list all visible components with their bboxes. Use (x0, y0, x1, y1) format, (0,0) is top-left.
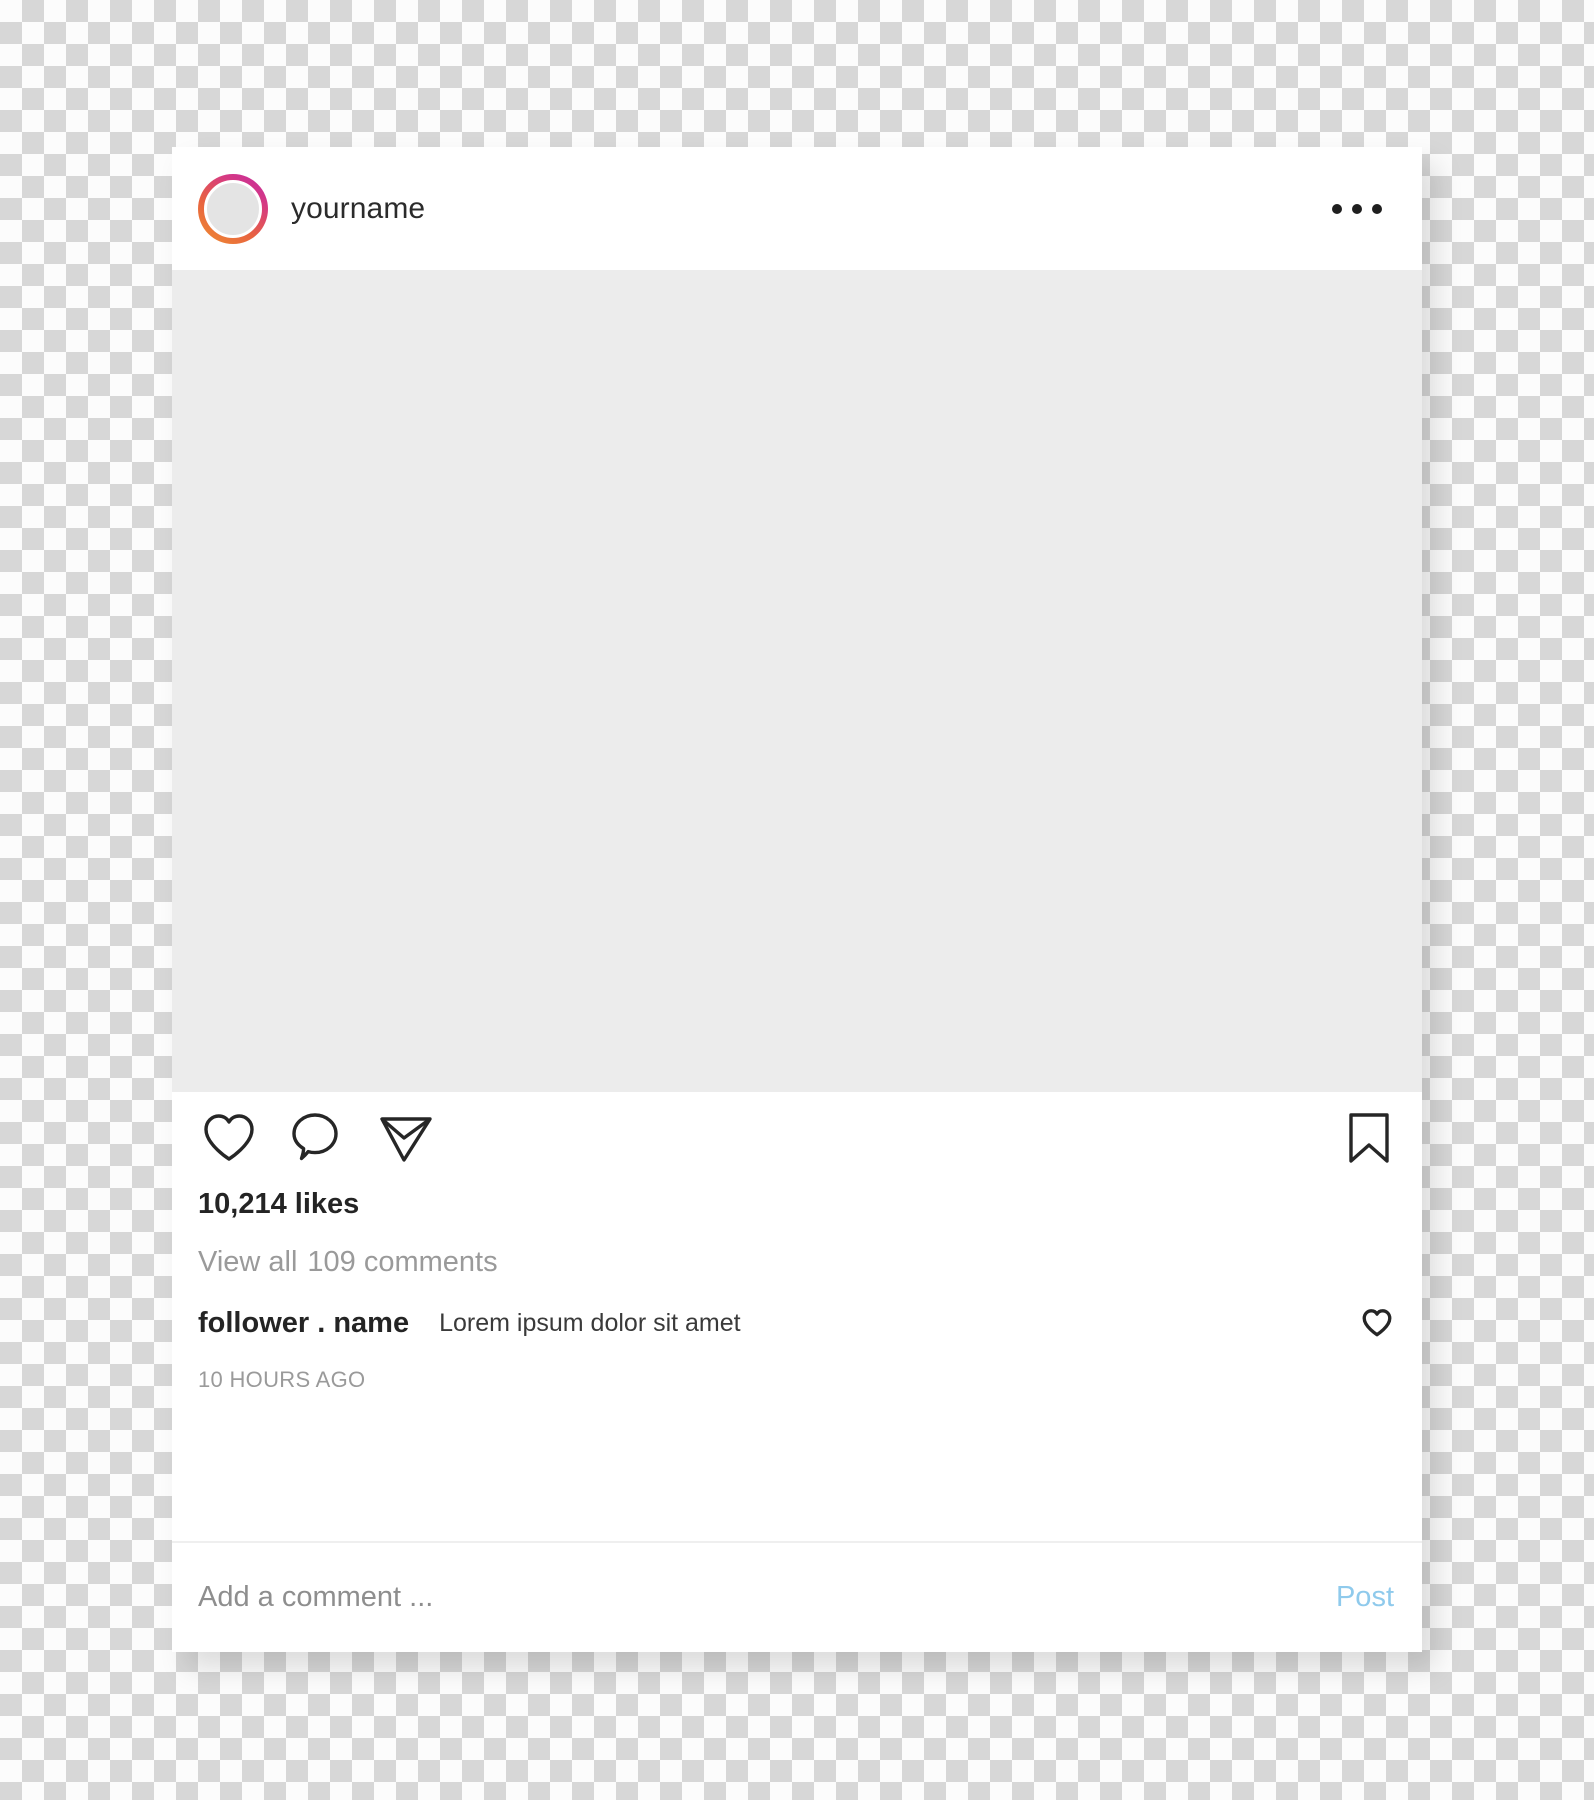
comments-count-label: 109 comments (307, 1246, 498, 1278)
avatar-placeholder-icon (204, 179, 262, 238)
comment-button[interactable] (286, 1107, 348, 1169)
ellipsis-dot (1372, 203, 1382, 214)
post-timestamp: 10 HOURS AGO (198, 1367, 366, 1392)
post-header: yourname (172, 147, 1422, 270)
view-all-comments-link[interactable]: View all 109 comments (198, 1219, 1396, 1277)
likes-count: 10,214 likes (198, 1188, 360, 1220)
heart-icon (204, 1114, 254, 1161)
share-button[interactable] (374, 1108, 438, 1168)
bookmark-icon (1349, 1113, 1389, 1163)
add-comment-input[interactable] (198, 1581, 1334, 1614)
ellipsis-icon[interactable] (1322, 190, 1392, 228)
post-image-placeholder[interactable] (172, 270, 1422, 1092)
ellipsis-dot (1332, 203, 1342, 214)
like-button[interactable] (198, 1109, 260, 1167)
comment-body: Lorem ipsum dolor sit amet (439, 1308, 741, 1337)
paper-plane-icon (380, 1117, 432, 1162)
post-actions-bar (172, 1092, 1422, 1184)
add-comment-bar: Post (172, 1541, 1422, 1652)
view-all-label: View all (198, 1246, 298, 1278)
comment-item: follower . name Lorem ipsum dolor sit am… (198, 1277, 1396, 1341)
username-label[interactable]: yourname (291, 193, 425, 224)
speech-bubble-icon (292, 1113, 338, 1161)
comment-author[interactable]: follower . name (198, 1308, 409, 1338)
save-button[interactable] (1342, 1107, 1396, 1169)
instagram-post-card: yourname 10,214 likes View all 109 comme… (172, 147, 1422, 1652)
heart-icon-small (1362, 1309, 1392, 1337)
ellipsis-dot (1352, 203, 1362, 214)
comment-like-button[interactable] (1358, 1305, 1396, 1341)
post-comment-button[interactable]: Post (1334, 1575, 1396, 1620)
avatar[interactable] (198, 173, 268, 244)
action-icon-group (198, 1107, 438, 1169)
post-meta: 10,214 likes View all 109 comments follow… (172, 1184, 1422, 1541)
